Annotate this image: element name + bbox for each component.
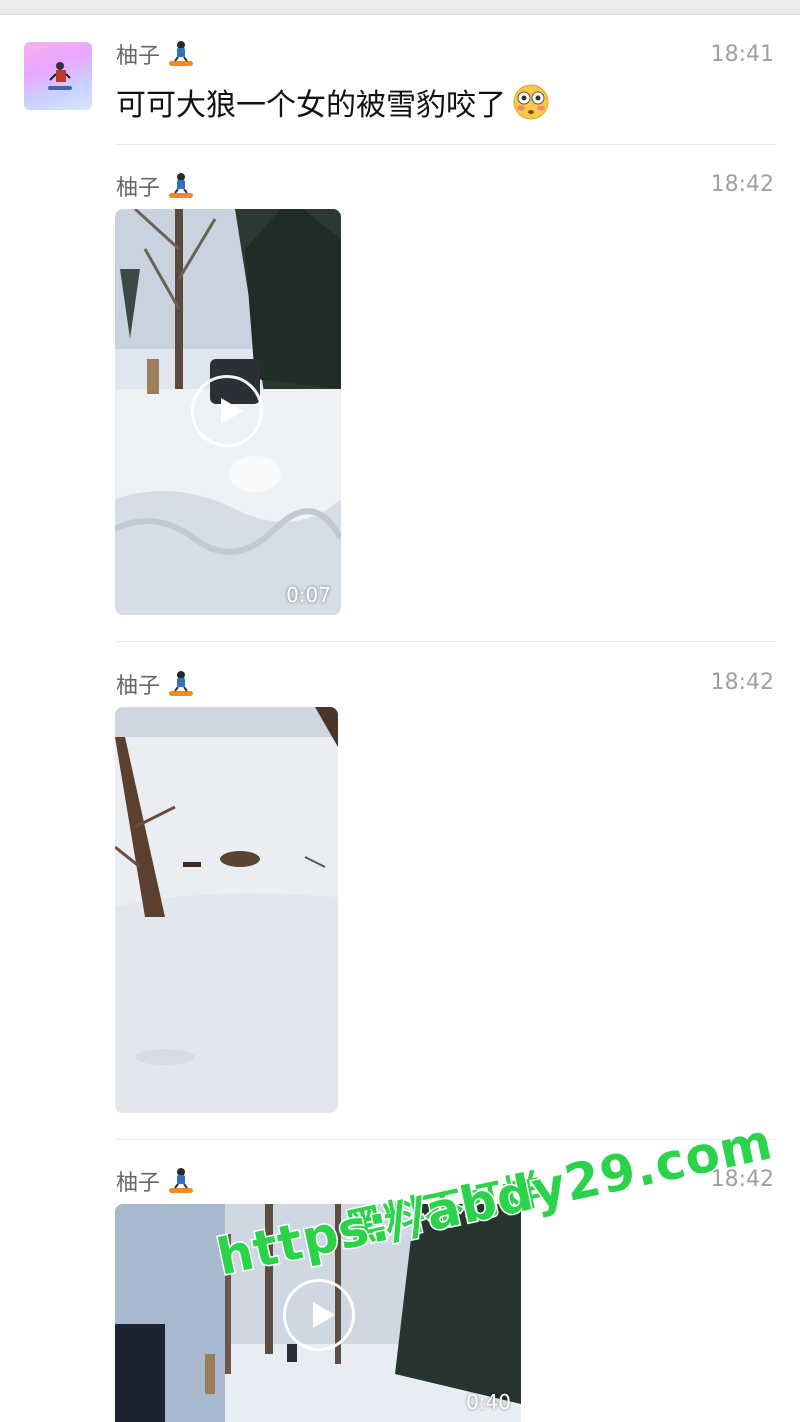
message-time: 18:41 [710,42,774,67]
sender-name: 柚子 [116,674,161,699]
sender-name-row: 柚子 [116,170,196,202]
message-time: 18:42 [710,172,774,197]
sender-name-row: 柚子 [116,1165,196,1197]
message-text: 可可大狼一个女的被雪豹咬了 [116,88,506,123]
sender-name-row: 柚子 [116,668,196,700]
snowboarder-icon [169,41,194,66]
sender-name: 柚子 [116,1171,161,1196]
video-frame-image [115,707,338,1113]
message-text-row[interactable]: 可可大狼一个女的被雪豹咬了 [116,80,550,124]
snowboarder-icon [169,1168,194,1193]
avatar[interactable] [24,42,92,110]
sender-name-row: 柚子 [116,38,196,70]
video-thumbnail[interactable]: 0:07 [115,209,341,615]
video-duration: 0:07 [286,583,331,607]
sender-name: 柚子 [116,176,161,201]
video-thumbnail[interactable] [115,707,338,1113]
video-duration: 0:40 [466,1390,511,1414]
play-icon[interactable] [191,375,263,447]
message-divider [116,144,776,145]
snowboarder-icon [169,671,194,696]
snowboarder-icon [169,173,194,198]
play-icon[interactable] [283,1279,355,1351]
snowboarder-icon [48,62,72,90]
message-divider [116,641,776,642]
message-time: 18:42 [710,670,774,695]
sender-name: 柚子 [116,44,161,69]
top-bar [0,0,800,15]
flushed-face-icon [513,84,549,120]
